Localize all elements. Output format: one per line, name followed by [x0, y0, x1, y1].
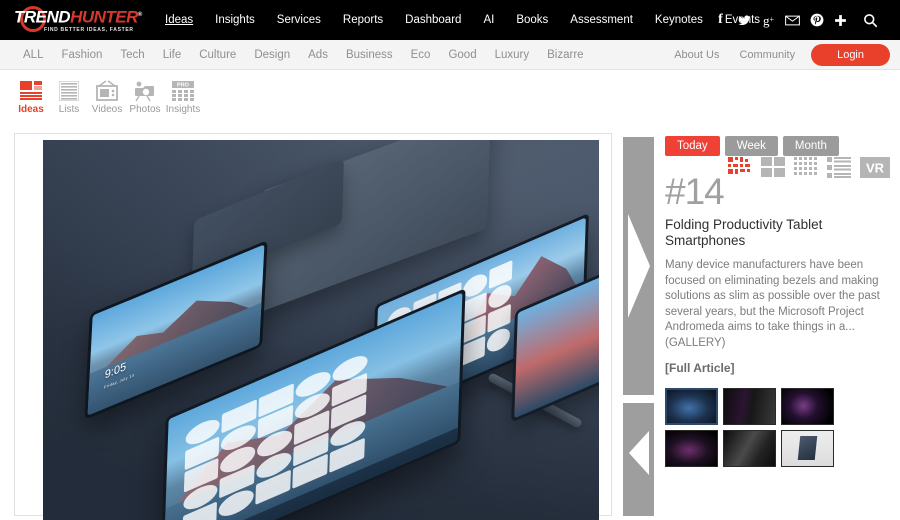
social-icon-group: f g + [713, 0, 848, 40]
nav-link-dashboard[interactable]: Dashboard [394, 0, 472, 40]
email-icon[interactable] [785, 12, 800, 28]
period-week[interactable]: Week [724, 136, 778, 156]
logo-wordmark: TRENDHUNTER® [12, 7, 142, 27]
nav-link-ai[interactable]: AI [472, 0, 505, 40]
category-culture[interactable]: Culture [190, 49, 245, 61]
thumbnail-3[interactable] [781, 388, 834, 425]
main-image-panel: 9:05 Friday, July 14 [14, 133, 612, 520]
mode-label-insights: Insights [165, 104, 201, 115]
plus-icon[interactable] [833, 12, 848, 28]
lists-icon [59, 79, 79, 103]
prev-arrow-icon [628, 430, 649, 475]
thumbnail-6[interactable] [781, 430, 834, 467]
thumbnail-1[interactable] [665, 388, 718, 425]
next-image-button[interactable] [623, 137, 654, 395]
category-luxury[interactable]: Luxury [486, 49, 539, 61]
thumbnail-gallery [665, 388, 890, 467]
category-bizarre[interactable]: Bizarre [538, 49, 592, 61]
category-life[interactable]: Life [154, 49, 191, 61]
category-business[interactable]: Business [337, 49, 402, 61]
top-navigation-bar: TRENDHUNTER® FIND BETTER IDEAS, FASTER I… [0, 0, 900, 40]
content-mode-switcher: Ideas Lists Videos Photos PRO Insights [13, 79, 201, 115]
community-link[interactable]: Community [729, 49, 805, 61]
nav-link-reports[interactable]: Reports [332, 0, 394, 40]
nav-link-services[interactable]: Services [266, 0, 332, 40]
thumbnail-5[interactable] [723, 430, 776, 467]
nav-link-insights[interactable]: Insights [204, 0, 266, 40]
logo-trademark: ® [137, 12, 142, 19]
insights-pro-icon: PRO [172, 79, 194, 103]
mode-photos[interactable]: Photos [127, 79, 163, 115]
nav-link-keynotes[interactable]: Keynotes [644, 0, 714, 40]
pinterest-icon[interactable] [809, 12, 824, 28]
category-bar-right: About Us Community Login [664, 40, 890, 70]
trend-detail-sidebar: Today Week Month #14 Folding Productivit… [665, 136, 890, 467]
mode-ideas[interactable]: Ideas [13, 79, 49, 115]
twitter-icon[interactable] [737, 12, 752, 28]
category-links: ALL Fashion Tech Life Culture Design Ads… [14, 49, 593, 61]
logo-text-hunter: HUNTER [70, 7, 138, 27]
period-today[interactable]: Today [665, 136, 720, 156]
facebook-icon[interactable]: f [713, 12, 728, 28]
featured-image[interactable]: 9:05 Friday, July 14 [43, 140, 599, 520]
category-good[interactable]: Good [439, 49, 485, 61]
site-logo[interactable]: TRENDHUNTER® FIND BETTER IDEAS, FASTER [12, 5, 142, 35]
ideas-grid-icon [20, 79, 42, 103]
login-button[interactable]: Login [811, 44, 890, 66]
nav-link-assessment[interactable]: Assessment [559, 0, 644, 40]
logo-text-trend: TREND [14, 7, 71, 27]
mode-videos[interactable]: Videos [89, 79, 125, 115]
next-arrow-icon [627, 214, 650, 318]
category-design[interactable]: Design [245, 49, 299, 61]
videos-tv-icon [95, 79, 119, 103]
trend-rank: #14 [665, 171, 725, 212]
svg-text:PRO: PRO [177, 83, 190, 89]
mode-insights[interactable]: PRO Insights [165, 79, 201, 115]
nav-link-books[interactable]: Books [505, 0, 559, 40]
category-all[interactable]: ALL [14, 49, 52, 61]
category-ads[interactable]: Ads [299, 49, 337, 61]
mode-label-lists: Lists [58, 104, 80, 115]
period-filter-group: Today Week Month [665, 136, 890, 156]
primary-nav-links: Ideas Insights Services Reports Dashboar… [154, 0, 771, 40]
about-us-link[interactable]: About Us [664, 49, 729, 61]
category-eco[interactable]: Eco [402, 49, 440, 61]
category-bar: ALL Fashion Tech Life Culture Design Ads… [0, 40, 900, 70]
content-toolbar: Ideas Lists Videos Photos PRO Insights V… [0, 71, 900, 181]
thumbnail-2[interactable] [723, 388, 776, 425]
mode-label-photos: Photos [129, 104, 161, 115]
mode-label-videos: Videos [91, 104, 123, 115]
logo-tagline: FIND BETTER IDEAS, FASTER [44, 26, 134, 33]
mode-label-ideas: Ideas [18, 104, 44, 115]
thumbnail-4[interactable] [665, 430, 718, 467]
category-tech[interactable]: Tech [111, 49, 153, 61]
previous-image-button[interactable] [623, 403, 654, 516]
photos-camera-icon [133, 79, 157, 103]
search-icon[interactable] [863, 12, 878, 28]
trend-title: Folding Productivity Tablet Smartphones [665, 217, 823, 248]
google-plus-icon[interactable]: g + [761, 12, 776, 28]
trend-description: Many device manufacturers have been focu… [665, 259, 880, 349]
period-month[interactable]: Month [782, 136, 839, 156]
nav-link-ideas[interactable]: Ideas [154, 0, 204, 40]
product-photo: 9:05 Friday, July 14 [43, 140, 599, 520]
category-fashion[interactable]: Fashion [52, 49, 111, 61]
mode-lists[interactable]: Lists [51, 79, 87, 115]
full-article-link[interactable]: [Full Article] [665, 361, 735, 375]
